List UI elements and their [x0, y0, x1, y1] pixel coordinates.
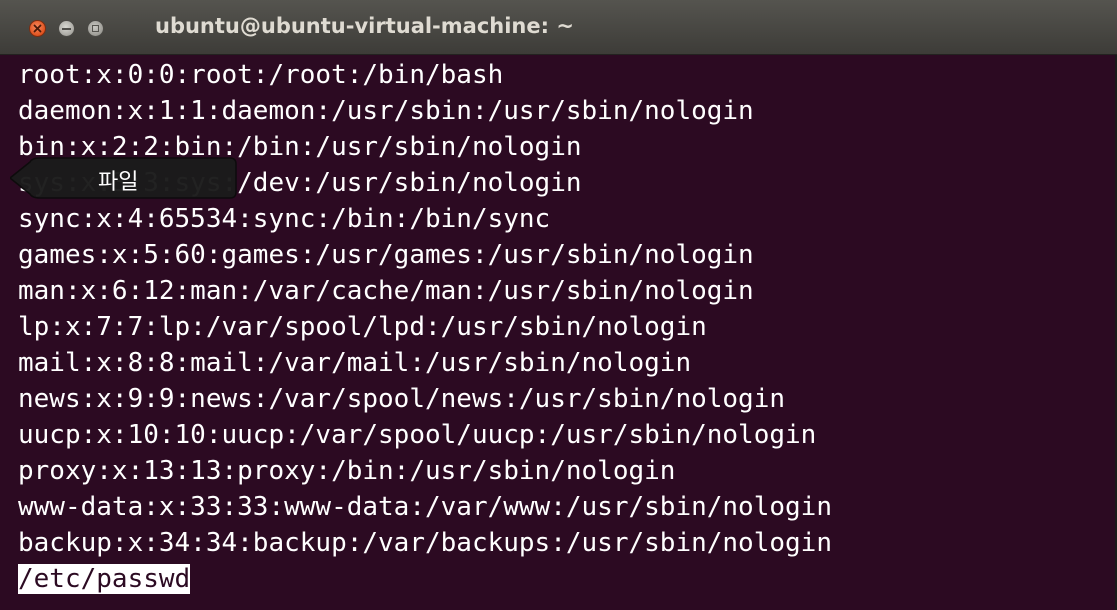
terminal-line: lp:x:7:7:lp:/var/spool/lpd:/usr/sbin/nol…	[18, 312, 707, 342]
minimize-button[interactable]	[58, 20, 75, 37]
terminal-line: backup:x:34:34:backup:/var/backups:/usr/…	[18, 528, 832, 558]
pager-status-line: /etc/passwd	[18, 561, 191, 597]
close-icon	[33, 24, 42, 33]
close-button[interactable]	[29, 20, 46, 37]
terminal-output[interactable]: root:x:0:0:root:/root:/bin/bash daemon:x…	[0, 55, 1117, 610]
terminal-line: daemon:x:1:1:daemon:/usr/sbin:/usr/sbin/…	[18, 96, 754, 126]
terminal-window: ubuntu@ubuntu-virtual-machine: ~ root:x:…	[0, 0, 1117, 610]
menu-tooltip: 파일	[10, 152, 238, 204]
terminal-line: sync:x:4:65534:sync:/bin:/bin/sync	[18, 204, 551, 234]
terminal-line: proxy:x:13:13:proxy:/bin:/usr/sbin/nolog…	[18, 456, 676, 486]
tooltip-label: 파일	[98, 170, 139, 195]
maximize-button[interactable]	[87, 20, 104, 37]
terminal-line: news:x:9:9:news:/var/spool/news:/usr/sbi…	[18, 384, 786, 414]
terminal-line: www-data:x:33:33:www-data:/var/www:/usr/…	[18, 492, 832, 522]
terminal-line: man:x:6:12:man:/var/cache/man:/usr/sbin/…	[18, 276, 754, 306]
title-bar[interactable]: ubuntu@ubuntu-virtual-machine: ~	[0, 0, 1117, 55]
terminal-line: root:x:0:0:root:/root:/bin/bash	[18, 60, 504, 90]
terminal-line: games:x:5:60:games:/usr/games:/usr/sbin/…	[18, 240, 754, 270]
terminal-line: uucp:x:10:10:uucp:/var/spool/uucp:/usr/s…	[18, 420, 817, 450]
pager-filename: /etc/passwd	[18, 564, 191, 594]
window-title: ubuntu@ubuntu-virtual-machine: ~	[155, 14, 574, 38]
terminal-line: mail:x:8:8:mail:/var/mail:/usr/sbin/nolo…	[18, 348, 692, 378]
